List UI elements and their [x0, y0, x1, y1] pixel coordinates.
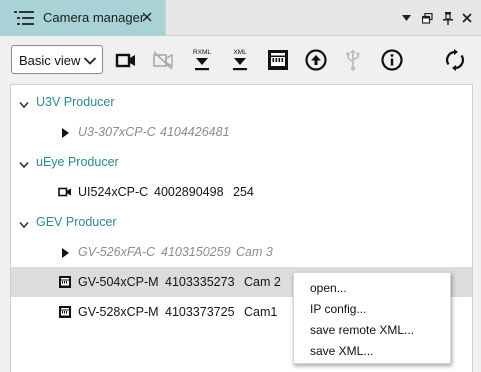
view-select[interactable]: Basic view	[11, 45, 103, 74]
play-icon	[62, 247, 69, 258]
tree-producer-gev[interactable]: GEV Producer	[11, 207, 472, 237]
tab-camera-manager[interactable]: Camera manager	[0, 0, 166, 36]
device-extra: Cam 3	[236, 245, 273, 259]
upload-circle-icon[interactable]	[304, 48, 328, 72]
camera-icon	[58, 185, 72, 199]
chevron-down-icon[interactable]	[19, 158, 29, 169]
chevron-down-icon[interactable]	[19, 98, 29, 109]
close-icon[interactable]	[141, 10, 153, 24]
play-icon	[62, 127, 69, 138]
device-serial: 4103373725	[165, 305, 235, 319]
tree-device-row[interactable]: UI524xCP-C 4002890498 254	[11, 177, 472, 207]
chevron-down-icon	[83, 55, 97, 65]
device-model: U3-307xCP-C	[78, 125, 156, 139]
menu-item-ip-config[interactable]: IP config...	[310, 302, 366, 316]
list-icon	[14, 10, 34, 26]
pin-icon[interactable]	[441, 10, 455, 26]
tree-device-row[interactable]: U3-307xCP-C 4104426481	[11, 117, 472, 147]
ethernet-icon	[58, 305, 72, 319]
producer-label: GEV Producer	[36, 215, 117, 229]
usb-icon[interactable]	[341, 48, 365, 72]
restore-icon[interactable]	[420, 10, 434, 26]
toolbar: Basic view RXML XML	[0, 37, 481, 84]
device-extra: Cam1	[244, 305, 278, 319]
context-menu: open... IP config... save remote XML... …	[293, 272, 451, 364]
tree-producer-u3v[interactable]: U3V Producer	[11, 87, 472, 117]
tab-title: Camera manager	[43, 10, 145, 25]
camera-off-icon[interactable]	[151, 48, 175, 72]
tab-bar: Camera manager	[0, 0, 481, 36]
producer-label: U3V Producer	[36, 95, 115, 109]
ethernet-icon[interactable]	[266, 48, 290, 72]
chevron-down-icon[interactable]	[19, 218, 29, 229]
device-model: UI524xCP-C	[78, 185, 149, 199]
device-serial: 4103335273	[165, 275, 235, 289]
device-serial: 4103150259	[161, 245, 231, 259]
download-xml-icon[interactable]: XML	[228, 48, 252, 72]
device-extra: Cam 2	[244, 275, 281, 289]
view-select-value: Basic view	[19, 53, 81, 68]
tree-producer-ueye[interactable]: uEye Producer	[11, 147, 472, 177]
menu-item-save-xml[interactable]: save XML...	[310, 344, 373, 358]
camera-icon[interactable]	[114, 48, 138, 72]
producer-label: uEye Producer	[36, 155, 119, 169]
svg-text:RXML: RXML	[193, 49, 211, 56]
ethernet-icon	[58, 275, 72, 289]
chevron-down-icon[interactable]	[400, 10, 412, 26]
download-rxml-icon[interactable]: RXML	[190, 48, 214, 72]
device-serial: 4002890498	[154, 185, 224, 199]
device-serial: 4104426481	[160, 125, 230, 139]
info-icon[interactable]	[380, 48, 404, 72]
device-model: GV-504xCP-M	[78, 275, 159, 289]
device-model: GV-526xFA-C	[78, 245, 156, 259]
close-window-icon[interactable]	[461, 10, 473, 26]
menu-item-save-remote-xml[interactable]: save remote XML...	[310, 323, 414, 337]
tree-device-row[interactable]: GV-526xFA-C 4103150259 Cam 3	[11, 237, 472, 267]
svg-text:XML: XML	[233, 49, 247, 56]
device-extra: 254	[233, 185, 254, 199]
refresh-icon[interactable]	[443, 48, 467, 72]
menu-item-open[interactable]: open...	[310, 281, 347, 295]
device-model: GV-528xCP-M	[78, 305, 159, 319]
